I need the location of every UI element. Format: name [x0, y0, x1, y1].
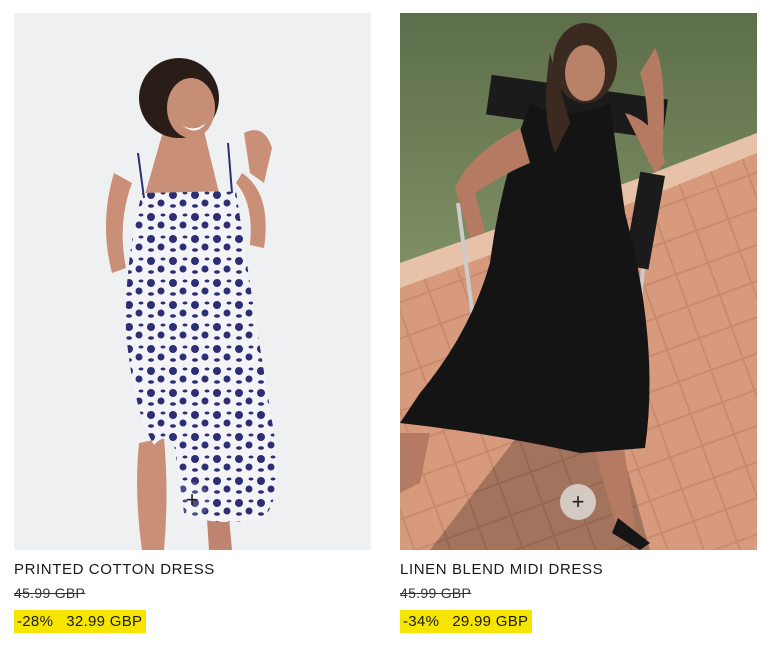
sale-price: 32.99 GBP — [66, 613, 143, 630]
plus-icon: + — [571, 489, 585, 514]
original-price: 45.99 GBP — [14, 585, 86, 601]
add-to-bag-button[interactable]: + — [174, 482, 210, 518]
product-name[interactable]: PRINTED COTTON DRESS — [14, 561, 371, 579]
product-card[interactable]: + LINEN BLEND MIDI DRESS 45.99 GBP -34% … — [400, 13, 757, 633]
product-card[interactable]: + PRINTED COTTON DRESS 45.99 GBP -28% 32… — [14, 13, 371, 633]
product-photo-printed-dress — [14, 13, 371, 550]
discount-percent: -34% — [403, 613, 440, 630]
sale-price-badge: -28% 32.99 GBP — [14, 610, 147, 633]
original-price: 45.99 GBP — [400, 585, 472, 601]
product-photo-black-dress — [400, 13, 757, 550]
sale-price: 29.99 GBP — [452, 613, 529, 630]
sale-price-badge: -34% 29.99 GBP — [400, 610, 533, 633]
product-grid: + PRINTED COTTON DRESS 45.99 GBP -28% 32… — [0, 0, 770, 649]
product-image[interactable]: + — [14, 13, 371, 550]
discount-percent: -28% — [17, 613, 54, 630]
add-to-bag-button[interactable]: + — [560, 484, 596, 520]
plus-icon: + — [185, 487, 199, 512]
product-name[interactable]: LINEN BLEND MIDI DRESS — [400, 561, 757, 579]
product-image[interactable]: + — [400, 13, 757, 550]
